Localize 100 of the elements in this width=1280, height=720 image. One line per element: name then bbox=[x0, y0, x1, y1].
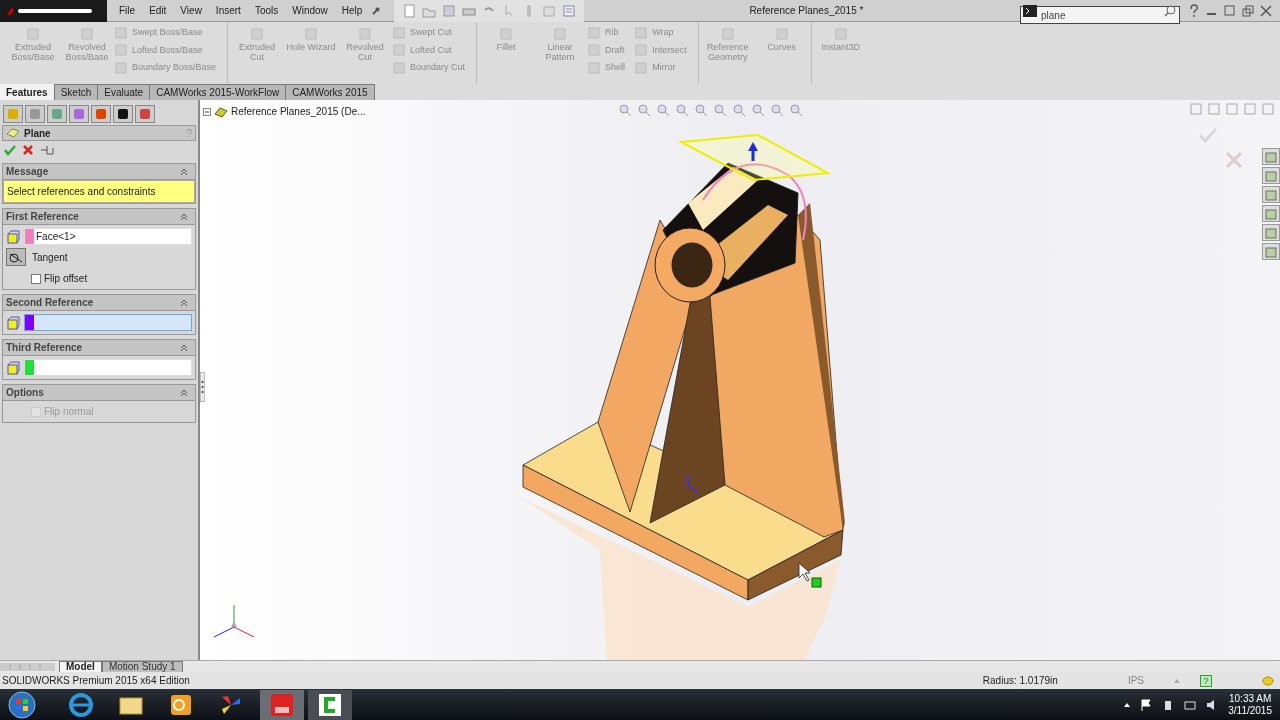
menu-item[interactable]: View bbox=[180, 3, 202, 18]
collapse-icon bbox=[180, 167, 188, 176]
axis-triad-icon bbox=[213, 604, 255, 638]
panel-tab-icon bbox=[51, 108, 63, 120]
maximize-icon[interactable] bbox=[1224, 4, 1236, 17]
feature-icon bbox=[773, 26, 790, 42]
flag-icon[interactable] bbox=[1140, 698, 1153, 711]
feature-icon bbox=[115, 44, 127, 57]
task-pane-tab[interactable] bbox=[1262, 243, 1280, 260]
section-header[interactable]: Message bbox=[3, 164, 195, 180]
feature-icon bbox=[635, 26, 648, 39]
feature-icon bbox=[357, 26, 374, 42]
document-tab[interactable]: Motion Study 1 bbox=[101, 660, 183, 673]
collapse-handle-icon[interactable] bbox=[200, 372, 205, 402]
command-tab[interactable]: Evaluate bbox=[98, 84, 151, 100]
collapse-icon bbox=[180, 212, 188, 221]
reference-field[interactable]: Face<1> bbox=[24, 228, 192, 245]
checkbox-label: Flip offset bbox=[44, 272, 88, 286]
selection-marker-icon bbox=[811, 577, 822, 588]
expand-icon[interactable] bbox=[203, 107, 211, 116]
command-tab[interactable]: CAMWorks 2015-WorkFlow bbox=[150, 84, 287, 100]
feature-icon bbox=[498, 26, 515, 42]
constraint-button[interactable] bbox=[6, 248, 26, 266]
feature-icon bbox=[719, 26, 736, 42]
rebuild-icon[interactable] bbox=[1262, 674, 1274, 687]
caret-up-icon[interactable] bbox=[1124, 702, 1131, 707]
feature-icon bbox=[115, 61, 127, 74]
clock[interactable]: 10:33 AM 3/11/2015 bbox=[1228, 692, 1272, 717]
task-pane-tab[interactable] bbox=[1262, 167, 1280, 184]
search-icon[interactable] bbox=[1164, 4, 1176, 17]
direction-arrow-icon[interactable] bbox=[748, 142, 758, 161]
tab-scroll-icon[interactable] bbox=[0, 661, 55, 672]
recorder-app-icon bbox=[318, 692, 342, 717]
feature-icon bbox=[79, 26, 95, 42]
collapse-icon bbox=[180, 298, 188, 307]
cancel-icon[interactable] bbox=[22, 144, 34, 156]
measurement-readout: Radius: 1.0179in bbox=[982, 674, 1058, 688]
panel-tab-icon bbox=[29, 108, 41, 120]
command-tab[interactable]: Features bbox=[0, 84, 55, 100]
panel-tab[interactable] bbox=[113, 105, 133, 123]
pin-icon[interactable] bbox=[370, 4, 383, 17]
feature-icon bbox=[635, 61, 648, 74]
tangent-icon bbox=[9, 251, 23, 263]
taskbar-button[interactable] bbox=[260, 689, 304, 720]
feature-icon bbox=[588, 61, 601, 74]
command-tab[interactable]: CAMWorks 2015 bbox=[286, 84, 375, 100]
help-icon[interactable] bbox=[1188, 3, 1200, 18]
search-field[interactable]: plane bbox=[1020, 6, 1180, 24]
panel-tab-icon bbox=[73, 108, 85, 120]
pushpin-icon[interactable] bbox=[40, 144, 56, 156]
panel-tab-icon bbox=[7, 108, 19, 120]
document-title: Reference Planes_2015 * bbox=[749, 4, 864, 18]
menu-item[interactable]: Edit bbox=[149, 3, 167, 18]
feature-icon bbox=[25, 26, 41, 42]
feature-icon bbox=[393, 26, 406, 39]
help-button[interactable]: ? bbox=[1200, 674, 1212, 687]
menu-item[interactable]: Insert bbox=[215, 3, 241, 18]
checkbox[interactable] bbox=[31, 273, 41, 284]
panel-tab-icon bbox=[95, 108, 107, 120]
document-tab[interactable]: Model bbox=[59, 660, 102, 673]
zoom-to-fit-icon[interactable] bbox=[618, 103, 632, 117]
panel-title: Plane bbox=[24, 126, 51, 141]
command-prompt-icon bbox=[1023, 4, 1037, 17]
section-header[interactable]: Second Reference bbox=[3, 295, 195, 311]
selection-cube-icon bbox=[6, 360, 20, 375]
message-text: Select references and constraints bbox=[3, 180, 195, 203]
taskbar-button[interactable] bbox=[308, 689, 352, 720]
menu-item[interactable]: Window bbox=[292, 3, 328, 18]
options-icon[interactable] bbox=[562, 3, 577, 18]
ok-check-icon[interactable] bbox=[4, 144, 16, 156]
reference-field[interactable] bbox=[24, 314, 192, 331]
command-tab[interactable]: Sketch bbox=[54, 84, 99, 100]
checkbox-label: Flip normal bbox=[44, 405, 94, 419]
start-orb-icon[interactable] bbox=[8, 690, 36, 719]
browser-icon[interactable] bbox=[68, 691, 94, 718]
feature-icon bbox=[832, 26, 849, 42]
collapse-icon bbox=[180, 388, 188, 397]
tree-item[interactable]: Reference Planes_2015 (De... bbox=[231, 104, 366, 119]
feature-icon bbox=[552, 26, 569, 42]
new-document-icon[interactable] bbox=[402, 3, 417, 18]
constraint-label: Tangent bbox=[32, 250, 68, 265]
cad-app-icon bbox=[270, 692, 294, 717]
section-header[interactable]: Options bbox=[3, 385, 195, 401]
section-header[interactable]: First Reference bbox=[3, 209, 195, 225]
menu-item[interactable]: Tools bbox=[254, 3, 279, 18]
task-pane-tab[interactable] bbox=[1262, 186, 1280, 203]
section-header[interactable]: Third Reference bbox=[3, 340, 195, 356]
feature-icon bbox=[635, 44, 648, 57]
feature-icon bbox=[393, 61, 406, 74]
feature-icon bbox=[115, 26, 127, 39]
task-pane-tab[interactable] bbox=[1262, 205, 1280, 222]
task-pane-tab[interactable] bbox=[1262, 148, 1280, 165]
menu-item[interactable]: Help bbox=[341, 3, 363, 18]
task-pane-tab[interactable] bbox=[1262, 224, 1280, 241]
menu-item[interactable]: File bbox=[119, 3, 136, 18]
units-indicator[interactable]: IPS bbox=[1127, 673, 1144, 688]
feature-icon bbox=[249, 26, 266, 42]
status-text: SOLIDWORKS Premium 2015 x64 Edition bbox=[2, 674, 190, 688]
selection-cube-icon bbox=[6, 229, 20, 244]
panel-tab-icon bbox=[117, 108, 129, 120]
